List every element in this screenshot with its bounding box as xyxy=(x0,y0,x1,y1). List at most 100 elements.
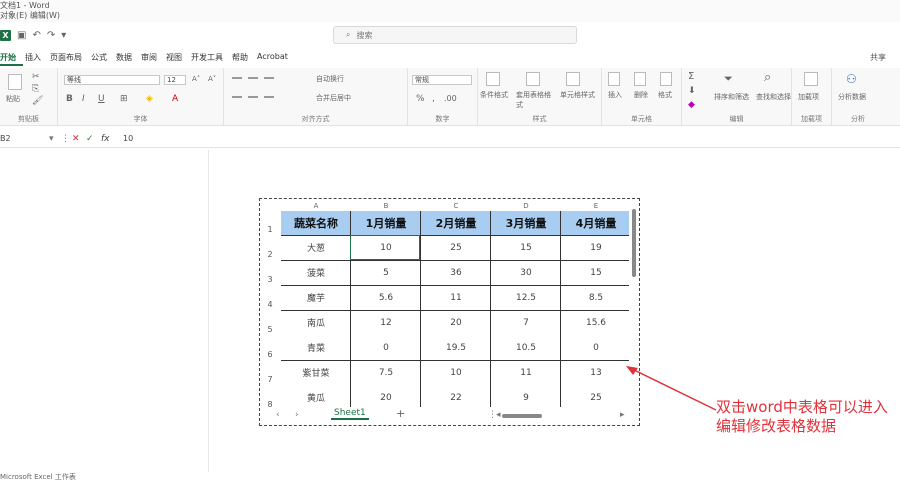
customize-qat-icon[interactable]: ▾ xyxy=(61,30,66,41)
analyze-data-icon[interactable]: ⚇ xyxy=(846,72,857,86)
formula-input[interactable]: 10 xyxy=(123,134,133,143)
table-cell[interactable]: 9 xyxy=(491,385,561,407)
sheet-grid[interactable]: 蔬菜名称 1月销量 2月销量 3月销量 4月销量 大葱 10 25 15 19 菠菜 5 36 30 15 魔… xyxy=(281,211,629,407)
grow-font-button[interactable]: A˄ xyxy=(192,75,200,83)
column-header[interactable]: E xyxy=(561,202,631,210)
table-cell[interactable]: 紫甘菜 xyxy=(281,360,351,385)
search-input[interactable]: ⌕ 搜索 xyxy=(333,26,577,44)
insert-cells-icon[interactable] xyxy=(608,72,620,86)
table-cell[interactable]: 19.5 xyxy=(421,335,491,360)
table-cell[interactable]: 12 xyxy=(351,310,421,335)
paste-icon[interactable] xyxy=(8,74,22,90)
formula-options-icon[interactable]: ⋮ xyxy=(61,134,70,144)
row-header[interactable]: 1 xyxy=(260,225,280,234)
font-color-icon[interactable]: A xyxy=(172,94,178,104)
delete-cells-button[interactable]: 删除 xyxy=(634,90,648,100)
align-right-icon[interactable] xyxy=(264,96,274,98)
percent-button[interactable]: % xyxy=(416,94,425,104)
addins-icon[interactable] xyxy=(804,72,818,86)
tab-0[interactable]: 开始 xyxy=(0,52,23,66)
scroll-left-icon[interactable]: ◂ xyxy=(496,410,501,420)
table-cell[interactable]: 20 xyxy=(421,310,491,335)
analyze-data-button[interactable]: 分析数据 xyxy=(838,92,866,102)
paste-button[interactable]: 粘贴 xyxy=(6,94,20,104)
table-cell[interactable]: 魔芋 xyxy=(281,285,351,310)
table-cell[interactable]: 菠菜 xyxy=(281,260,351,285)
format-painter-icon[interactable]: 🖌 xyxy=(32,96,43,106)
save-icon[interactable]: ▣ xyxy=(17,30,26,41)
table-cell[interactable]: 7.5 xyxy=(351,360,421,385)
horizontal-scroll-thumb[interactable] xyxy=(502,414,542,418)
sort-filter-icon[interactable]: ⏷ xyxy=(724,72,733,86)
table-cell[interactable]: 10 xyxy=(421,360,491,385)
table-cell[interactable]: 青菜 xyxy=(281,335,351,360)
row-header[interactable]: 7 xyxy=(260,375,280,384)
cell-styles-button[interactable]: 单元格样式 xyxy=(560,90,595,100)
tab-5[interactable]: 审阅 xyxy=(141,52,164,66)
italic-button[interactable]: I xyxy=(82,94,85,104)
tab-8[interactable]: 帮助 xyxy=(232,52,255,66)
row-header[interactable]: 4 xyxy=(260,300,280,309)
add-sheet-button[interactable]: + xyxy=(396,407,405,420)
sheet-tab-sheet1[interactable]: Sheet1 xyxy=(331,408,369,420)
next-sheet-icon[interactable]: › xyxy=(295,410,299,420)
row-header[interactable]: 2 xyxy=(260,250,280,259)
insert-cells-button[interactable]: 插入 xyxy=(608,90,622,100)
table-cell[interactable]: 0 xyxy=(351,335,421,360)
column-header[interactable]: A xyxy=(281,202,351,210)
header-cell[interactable]: 蔬菜名称 xyxy=(281,211,351,235)
tab-3[interactable]: 公式 xyxy=(91,52,114,66)
header-cell[interactable]: 3月销量 xyxy=(491,211,561,235)
table-cell[interactable]: 36 xyxy=(421,260,491,285)
row-header[interactable]: 3 xyxy=(260,275,280,284)
align-middle-icon[interactable] xyxy=(248,77,258,79)
table-cell[interactable]: 15.6 xyxy=(561,310,629,335)
wrap-text-button[interactable]: 自动换行 xyxy=(316,74,344,84)
comma-icon[interactable]: , xyxy=(432,94,435,104)
table-cell[interactable]: 10.5 xyxy=(491,335,561,360)
redo-icon[interactable]: ↷ xyxy=(47,30,55,41)
table-cell[interactable]: 11 xyxy=(421,285,491,310)
font-family-select[interactable]: 等线 xyxy=(64,75,160,85)
table-cell[interactable]: 5.6 xyxy=(351,285,421,310)
table-cell[interactable]: 12.5 xyxy=(491,285,561,310)
column-header[interactable]: D xyxy=(491,202,561,210)
vertical-scroll-thumb[interactable] xyxy=(632,209,636,277)
table-cell[interactable]: 7 xyxy=(491,310,561,335)
copy-icon[interactable]: ⎘ xyxy=(32,84,39,94)
namebox-dropdown-icon[interactable]: ▾ xyxy=(49,134,54,144)
header-cell[interactable]: 4月销量 xyxy=(561,211,629,235)
decimal-icon[interactable]: .00 xyxy=(444,94,457,103)
tab-1[interactable]: 插入 xyxy=(25,52,48,66)
row-header[interactable]: 5 xyxy=(260,325,280,334)
name-box[interactable]: B2 xyxy=(0,134,56,143)
column-header[interactable]: B xyxy=(351,202,421,210)
format-as-table-button[interactable]: 套用表格格式 xyxy=(516,90,552,110)
insert-function-icon[interactable]: fx xyxy=(101,134,110,144)
table-cell[interactable]: 5 xyxy=(351,260,421,285)
shrink-font-button[interactable]: A˅ xyxy=(208,75,216,83)
window-menu[interactable]: 对象(E) 编辑(W) xyxy=(0,10,60,21)
align-bottom-icon[interactable] xyxy=(264,77,274,79)
table-cell[interactable]: 25 xyxy=(561,385,629,407)
table-cell[interactable]: 黄瓜 xyxy=(281,385,351,407)
align-left-icon[interactable] xyxy=(232,96,242,98)
format-as-table-icon[interactable] xyxy=(526,72,540,86)
column-header[interactable]: C xyxy=(421,202,491,210)
table-cell[interactable]: 22 xyxy=(421,385,491,407)
row-header[interactable]: 6 xyxy=(260,350,280,359)
cancel-icon[interactable]: ✕ xyxy=(72,134,80,144)
table-cell[interactable]: 11 xyxy=(491,360,561,385)
delete-cells-icon[interactable] xyxy=(634,72,646,86)
table-cell[interactable]: 25 xyxy=(421,235,491,260)
table-cell[interactable]: 15 xyxy=(491,235,561,260)
enter-icon[interactable]: ✓ xyxy=(86,134,94,144)
table-cell[interactable]: 15 xyxy=(561,260,629,285)
format-cells-icon[interactable] xyxy=(660,72,672,86)
header-cell[interactable]: 2月销量 xyxy=(421,211,491,235)
addins-button[interactable]: 加载项 xyxy=(798,92,819,102)
autosum-icon[interactable]: Σ xyxy=(688,71,694,82)
number-format-select[interactable]: 常规 xyxy=(412,75,472,85)
cell-styles-icon[interactable] xyxy=(566,72,580,86)
header-cell[interactable]: 1月销量 xyxy=(351,211,421,235)
